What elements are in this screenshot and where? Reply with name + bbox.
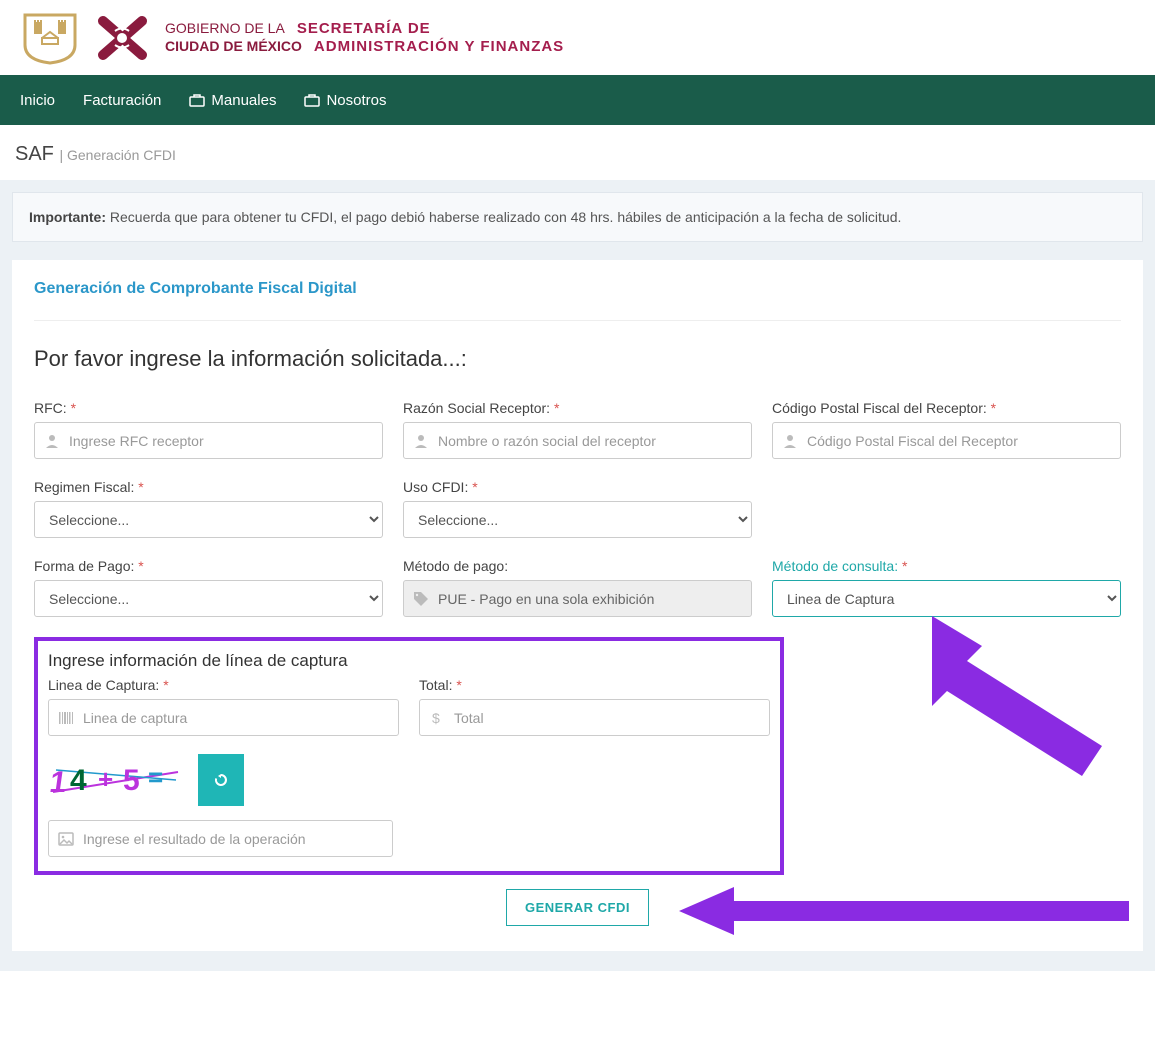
- svg-text:+: +: [98, 764, 113, 794]
- briefcase-icon: [304, 93, 320, 107]
- regimen-select[interactable]: Seleccione...: [34, 501, 383, 538]
- svg-text:4: 4: [70, 764, 87, 797]
- person-icon: [44, 433, 60, 449]
- captcha-row: 1 4 + 5 =: [48, 754, 770, 806]
- sec-line2: ADMINISTRACIÓN Y FINANZAS: [314, 38, 564, 56]
- svg-text:=: =: [148, 762, 163, 792]
- generate-cfdi-button[interactable]: GENERAR CFDI: [506, 889, 649, 926]
- dollar-icon: $: [429, 710, 445, 726]
- nav-manuales[interactable]: Manuales: [189, 92, 276, 109]
- razon-label: Razón Social Receptor: *: [403, 400, 752, 416]
- nav-facturacion-label: Facturación: [83, 92, 161, 109]
- form-row-3: Forma de Pago: * Seleccione... Método de…: [34, 558, 1121, 617]
- sec-line1: SECRETARÍA DE: [297, 20, 431, 38]
- annotation-arrow-1: [892, 606, 1112, 786]
- nav-manuales-label: Manuales: [211, 92, 276, 109]
- svg-text:5: 5: [123, 764, 140, 797]
- refresh-icon: [213, 772, 229, 788]
- breadcrumb-main: SAF: [15, 143, 54, 165]
- svg-text:$: $: [432, 710, 440, 726]
- panel-title: Generación de Comprobante Fiscal Digital: [34, 280, 1121, 298]
- rfc-label: RFC: *: [34, 400, 383, 416]
- person-icon: [413, 433, 429, 449]
- cp-label: Código Postal Fiscal del Receptor: *: [772, 400, 1121, 416]
- captcha-input[interactable]: [48, 820, 393, 857]
- tag-icon: [413, 591, 429, 607]
- panel-subtitle: Por favor ingrese la información solicit…: [34, 346, 1121, 372]
- important-alert: Importante: Recuerda que para obtener tu…: [12, 192, 1143, 242]
- navbar: Inicio Facturación Manuales Nosotros: [0, 75, 1155, 125]
- capture-title: Ingrese información de línea de captura: [48, 651, 770, 671]
- forma-label: Forma de Pago: *: [34, 558, 383, 574]
- regimen-label: Regimen Fiscal: *: [34, 479, 383, 495]
- uso-select[interactable]: Seleccione...: [403, 501, 752, 538]
- captcha-image: 1 4 + 5 =: [48, 760, 188, 800]
- gov-line1a: GOBIERNO DE LA: [165, 20, 285, 37]
- nav-nosotros[interactable]: Nosotros: [304, 92, 386, 109]
- total-label: Total: *: [419, 677, 770, 693]
- svg-text:1: 1: [48, 766, 69, 799]
- rfc-input[interactable]: [34, 422, 383, 459]
- metodo-pago-label: Método de pago:: [403, 558, 752, 574]
- cdmx-x-logo: [95, 13, 150, 63]
- person-icon: [782, 433, 798, 449]
- briefcase-icon: [189, 93, 205, 107]
- form-panel: Generación de Comprobante Fiscal Digital…: [12, 260, 1143, 951]
- gov-line2a: CIUDAD DE MÉXICO: [165, 38, 302, 55]
- annotation-arrow-2: [674, 883, 1134, 939]
- linea-captura-box: Ingrese información de línea de captura …: [34, 637, 784, 875]
- cp-input[interactable]: [772, 422, 1121, 459]
- captcha-refresh-button[interactable]: [198, 754, 244, 806]
- generate-row: GENERAR CFDI: [34, 889, 1121, 926]
- nav-facturacion[interactable]: Facturación: [83, 92, 161, 109]
- razon-input[interactable]: [403, 422, 752, 459]
- metodo-pago-input: [403, 580, 752, 617]
- image-icon: [58, 831, 74, 847]
- alert-text: Recuerda que para obtener tu CFDI, el pa…: [106, 209, 901, 225]
- header-top: GOBIERNO DE LA SECRETARÍA DE CIUDAD DE M…: [0, 0, 1155, 75]
- page-body: Importante: Recuerda que para obtener tu…: [0, 180, 1155, 971]
- forma-select[interactable]: Seleccione...: [34, 580, 383, 617]
- breadcrumb: SAF | Generación CFDI: [0, 125, 1155, 180]
- linea-label: Linea de Captura: *: [48, 677, 399, 693]
- linea-input[interactable]: [48, 699, 399, 736]
- cdmx-shield-logo: [20, 10, 80, 65]
- header-text: GOBIERNO DE LA SECRETARÍA DE CIUDAD DE M…: [165, 20, 564, 56]
- form-row-1: RFC: * Razón Social Receptor: * Código P…: [34, 400, 1121, 459]
- nav-nosotros-label: Nosotros: [326, 92, 386, 109]
- metodo-consulta-label: Método de consulta: *: [772, 558, 1121, 574]
- uso-label: Uso CFDI: *: [403, 479, 752, 495]
- form-row-2: Regimen Fiscal: * Seleccione... Uso CFDI…: [34, 479, 1121, 538]
- barcode-icon: [58, 710, 74, 726]
- total-input[interactable]: [419, 699, 770, 736]
- divider: [34, 320, 1121, 321]
- breadcrumb-sub: | Generación CFDI: [59, 147, 175, 163]
- nav-inicio-label: Inicio: [20, 92, 55, 109]
- alert-label: Importante:: [29, 209, 106, 225]
- nav-inicio[interactable]: Inicio: [20, 92, 55, 109]
